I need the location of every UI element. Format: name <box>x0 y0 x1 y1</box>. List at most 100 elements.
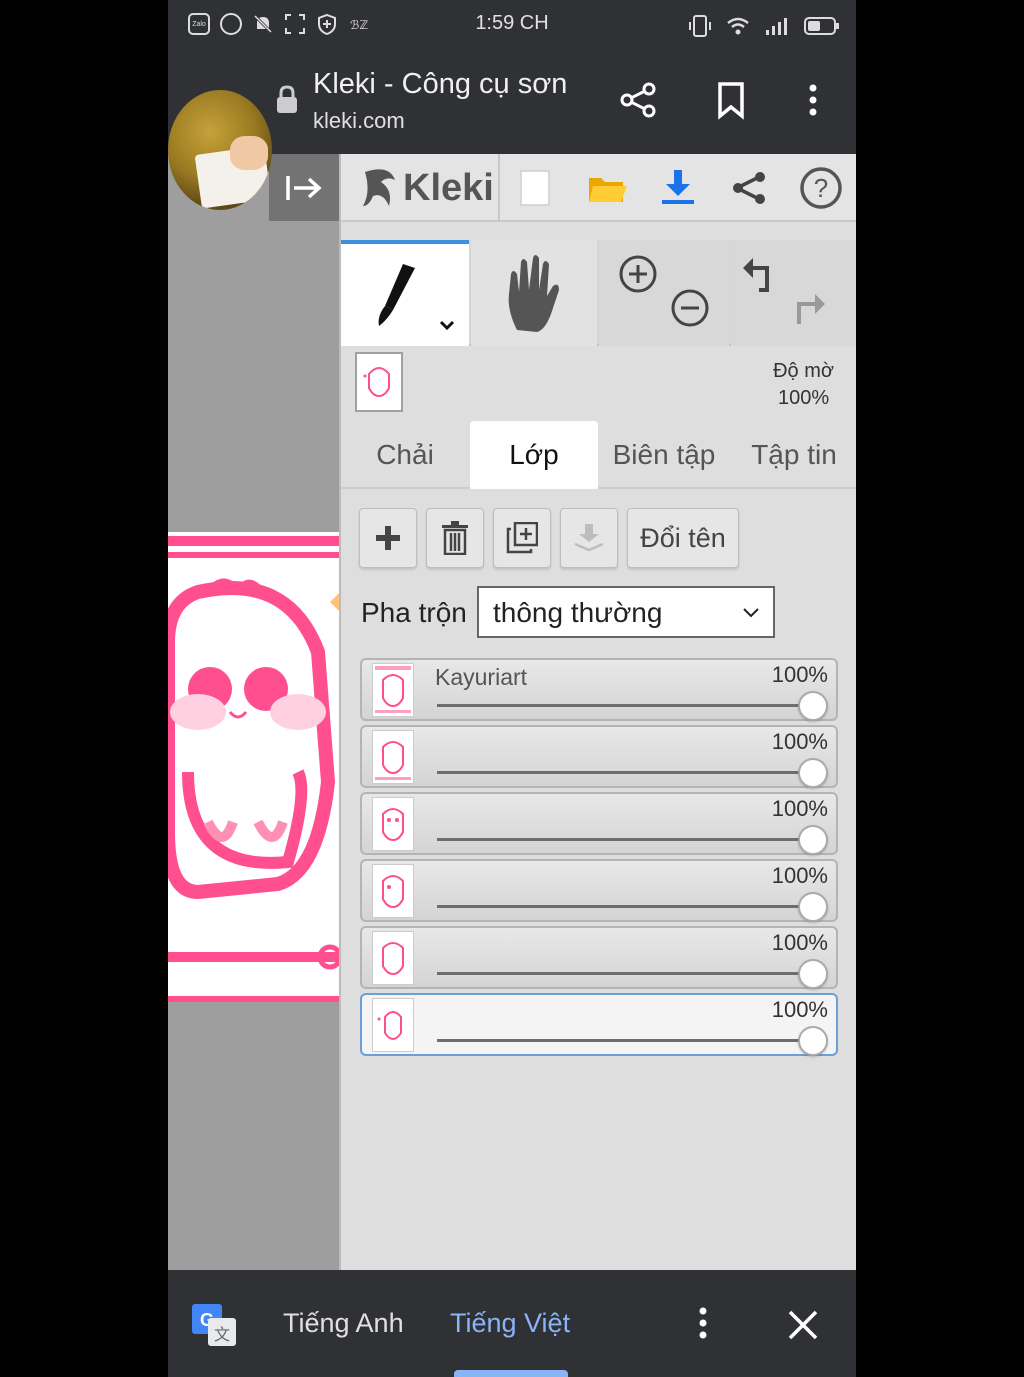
layer-opacity-knob[interactable] <box>798 959 828 989</box>
new-image-button[interactable] <box>513 166 557 210</box>
google-translate-icon[interactable]: G文 <box>192 1302 238 1348</box>
source-language-tab[interactable]: Tiếng Anh <box>283 1308 404 1339</box>
tab-file[interactable]: Tập tin <box>732 421 856 489</box>
phone-screen: Zalo ℬℤ 1:59 CH Kleki - Công cụ sơn klek… <box>168 0 856 1377</box>
layer-opacity-slider[interactable] <box>437 972 814 975</box>
share-button[interactable] <box>727 166 771 210</box>
panel-tabs: Chải Lớp Biên tập Tập tin <box>341 421 856 489</box>
layer-name: Kayuriart <box>435 664 528 690</box>
layer-preview-thumbnail <box>363 367 390 398</box>
download-button[interactable] <box>656 166 700 210</box>
merge-down-button[interactable] <box>560 508 618 568</box>
duplicate-icon <box>506 522 538 554</box>
layer-thumbnail <box>372 998 414 1052</box>
layer-opacity: 100% <box>771 863 828 888</box>
vibrate-icon <box>689 15 711 37</box>
layer-opacity: 100% <box>771 930 828 955</box>
close-icon[interactable] <box>786 1308 820 1342</box>
layer-item-selected[interactable]: 100% <box>360 993 838 1056</box>
blend-mode-select[interactable]: thông thường <box>477 586 775 638</box>
opacity-label: Độ mờ <box>773 360 834 382</box>
layer-item[interactable]: 100% <box>360 926 838 989</box>
layer-thumbnail <box>372 663 414 717</box>
page-url[interactable]: kleki.com <box>313 108 405 134</box>
svg-text:文: 文 <box>214 1325 230 1344</box>
undo-icon[interactable] <box>743 258 769 292</box>
undo-redo-icons <box>743 258 825 324</box>
opacity-display: Độ mờ 100% <box>773 358 834 412</box>
open-folder-icon <box>589 178 627 202</box>
drawing-canvas[interactable] <box>168 532 340 1002</box>
status-bar: Zalo ℬℤ 1:59 CH <box>168 0 856 50</box>
add-layer-button[interactable] <box>359 508 417 568</box>
bookmark-icon[interactable] <box>711 80 751 120</box>
more-vert-icon[interactable] <box>793 80 833 120</box>
share-icon[interactable] <box>618 80 658 120</box>
kleki-top-bar: Kleki ? <box>341 154 856 222</box>
zoom-in-icon[interactable] <box>619 255 657 293</box>
signal-icon <box>766 18 787 35</box>
active-layer-preview[interactable] <box>355 352 403 412</box>
brush-icon <box>378 264 455 331</box>
new-image-icon <box>520 170 550 206</box>
layer-opacity-slider[interactable] <box>437 771 814 774</box>
hand-tool-button[interactable] <box>471 240 597 346</box>
layer-opacity-knob[interactable] <box>798 691 828 721</box>
canvas-drawing <box>168 536 340 1002</box>
download-icon <box>662 170 694 204</box>
target-language-tab[interactable]: Tiếng Việt <box>450 1308 570 1339</box>
layer-thumbnail <box>372 730 414 784</box>
layer-item[interactable]: 100% <box>360 725 838 788</box>
tab-layers[interactable]: Lớp <box>470 421 598 489</box>
kleki-logo[interactable]: Kleki <box>359 166 494 210</box>
duplicate-layer-button[interactable] <box>493 508 551 568</box>
lock-icon[interactable] <box>276 85 298 115</box>
help-icon: ? <box>800 167 842 209</box>
zoom-tool <box>599 240 729 346</box>
more-vert-icon[interactable] <box>688 1306 718 1340</box>
open-file-button[interactable] <box>585 166 629 210</box>
chat-head-avatar[interactable] <box>168 90 272 210</box>
kleki-app: Kleki ? Độ mờ 100% Chải Lớp Biên tập Tập… <box>168 154 856 1270</box>
rename-layer-button[interactable]: Đổi tên <box>627 508 739 568</box>
kleki-logo-icon <box>363 169 395 206</box>
collapse-arrow-icon <box>286 175 322 200</box>
layer-opacity-knob[interactable] <box>798 892 828 922</box>
hand-icon <box>508 255 559 332</box>
delete-layer-button[interactable] <box>426 508 484 568</box>
layer-thumbnail <box>372 864 414 918</box>
zoom-out-icon[interactable] <box>671 289 709 327</box>
tab-brush[interactable]: Chải <box>341 421 469 489</box>
layer-item[interactable]: 100% <box>360 792 838 855</box>
page-title[interactable]: Kleki - Công cụ sơn <box>313 68 567 101</box>
blend-mode-value: thông thường <box>493 597 663 628</box>
tab-edit[interactable]: Biên tập <box>600 421 728 489</box>
avatar-hand <box>230 136 268 170</box>
collapse-panel-button[interactable] <box>269 154 339 221</box>
layer-opacity-knob[interactable] <box>798 825 828 855</box>
wifi-icon <box>727 17 749 35</box>
chevron-down-icon <box>743 608 759 618</box>
opacity-value: 100% <box>777 387 830 409</box>
trash-icon <box>442 521 468 555</box>
add-layer-icon <box>376 526 400 550</box>
tool-panel: Kleki ? Độ mờ 100% Chải Lớp Biên tập Tập… <box>339 154 856 1270</box>
brush-tool-button[interactable] <box>341 240 469 346</box>
translate-bar: G文 Tiếng Anh Tiếng Việt <box>168 1270 856 1377</box>
separator <box>498 154 500 222</box>
layer-opacity-slider[interactable] <box>437 905 814 908</box>
layer-item[interactable]: Kayuriart 100% <box>360 658 838 721</box>
layer-opacity-slider[interactable] <box>437 1039 814 1042</box>
layer-item[interactable]: 100% <box>360 859 838 922</box>
help-button[interactable]: ? <box>799 166 843 210</box>
layer-opacity: 100% <box>771 796 828 821</box>
layer-opacity: 100% <box>771 997 828 1022</box>
browser-toolbar: Kleki - Công cụ sơn kleki.com <box>168 50 856 154</box>
layer-opacity-knob[interactable] <box>798 1026 828 1056</box>
layer-opacity-slider[interactable] <box>437 838 814 841</box>
layer-opacity-slider[interactable] <box>437 704 814 707</box>
layer-opacity: 100% <box>771 729 828 754</box>
kleki-logo-text: Kleki <box>403 166 494 209</box>
redo-icon[interactable] <box>797 294 825 324</box>
layer-opacity-knob[interactable] <box>798 758 828 788</box>
